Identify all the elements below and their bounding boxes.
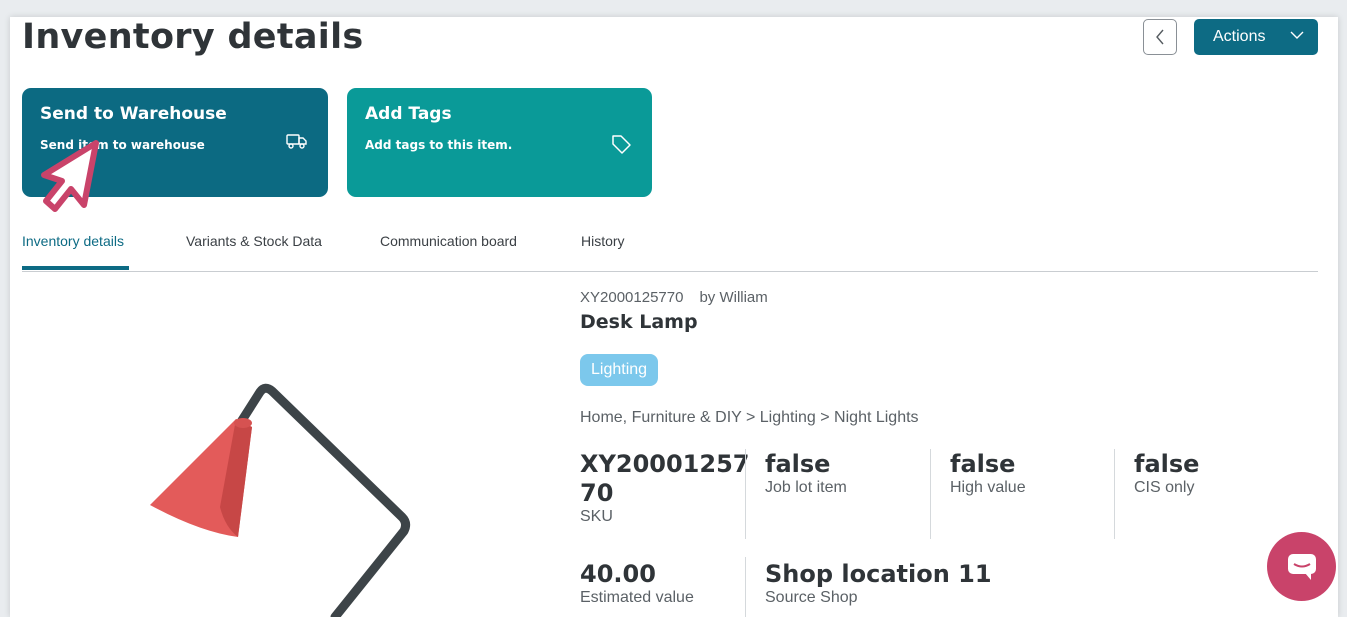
chevron-left-icon — [1156, 29, 1164, 45]
item-id: XY2000125770 — [580, 289, 684, 306]
stat-source-shop: Shop location 11 Source Shop — [765, 560, 992, 607]
inventory-page: Inventory details Actions Send to Wareho… — [10, 17, 1338, 617]
stat-cis-only: false CIS only — [1134, 450, 1199, 497]
page-title: Inventory details — [22, 17, 364, 57]
stat-label: Estimated value — [580, 589, 694, 606]
card-description: Add tags to this item. — [365, 138, 513, 152]
stat-value: Shop location 11 — [765, 560, 992, 588]
stat-sku: XY2000125770 SKU — [580, 450, 760, 526]
product-name: Desk Lamp — [580, 311, 698, 333]
tab-inventory-details[interactable]: Inventory details — [22, 233, 129, 270]
chat-button[interactable] — [1267, 532, 1336, 601]
actions-label: Actions — [1213, 28, 1266, 45]
tab-variants-stock[interactable]: Variants & Stock Data — [186, 233, 322, 270]
divider — [930, 449, 931, 539]
item-meta: XY2000125770 by William — [580, 289, 768, 306]
tab-communication-board[interactable]: Communication board — [380, 233, 517, 270]
stat-label: Source Shop — [765, 589, 858, 606]
cursor-pointer-icon — [41, 140, 99, 212]
stat-high-value: false High value — [950, 450, 1026, 497]
stat-label: High value — [950, 479, 1026, 496]
card-title: Add Tags — [365, 104, 452, 124]
stat-value: false — [765, 450, 831, 478]
stat-label: CIS only — [1134, 479, 1195, 496]
category-tag[interactable]: Lighting — [580, 354, 659, 386]
tag-icon — [612, 135, 631, 154]
tab-bar: Inventory details Variants & Stock Data … — [22, 223, 1318, 272]
add-tags-card[interactable]: Add Tags Add tags to this item. — [347, 88, 652, 197]
stat-value: 40.00 — [580, 560, 656, 588]
chat-icon — [1287, 553, 1316, 580]
tab-history[interactable]: History — [581, 233, 625, 270]
card-title: Send to Warehouse — [40, 104, 227, 124]
back-button[interactable] — [1143, 19, 1177, 55]
stat-value: false — [950, 450, 1016, 478]
stat-estimated-value: 40.00 Estimated value — [580, 560, 694, 607]
truck-icon — [286, 134, 307, 149]
actions-button[interactable]: Actions — [1194, 19, 1318, 55]
stat-value: false — [1134, 450, 1200, 478]
chevron-down-icon — [1290, 31, 1304, 39]
stat-job-lot: false Job lot item — [765, 450, 847, 497]
divider — [1114, 449, 1115, 539]
stat-value: XY2000125770 — [580, 450, 750, 507]
stat-label: Job lot item — [765, 479, 847, 496]
item-owner: by William — [699, 289, 768, 306]
stat-label: SKU — [580, 508, 613, 525]
divider — [745, 557, 746, 617]
category-breadcrumb: Home, Furniture & DIY > Lighting > Night… — [580, 409, 919, 426]
divider — [745, 449, 746, 539]
product-image — [150, 383, 411, 617]
